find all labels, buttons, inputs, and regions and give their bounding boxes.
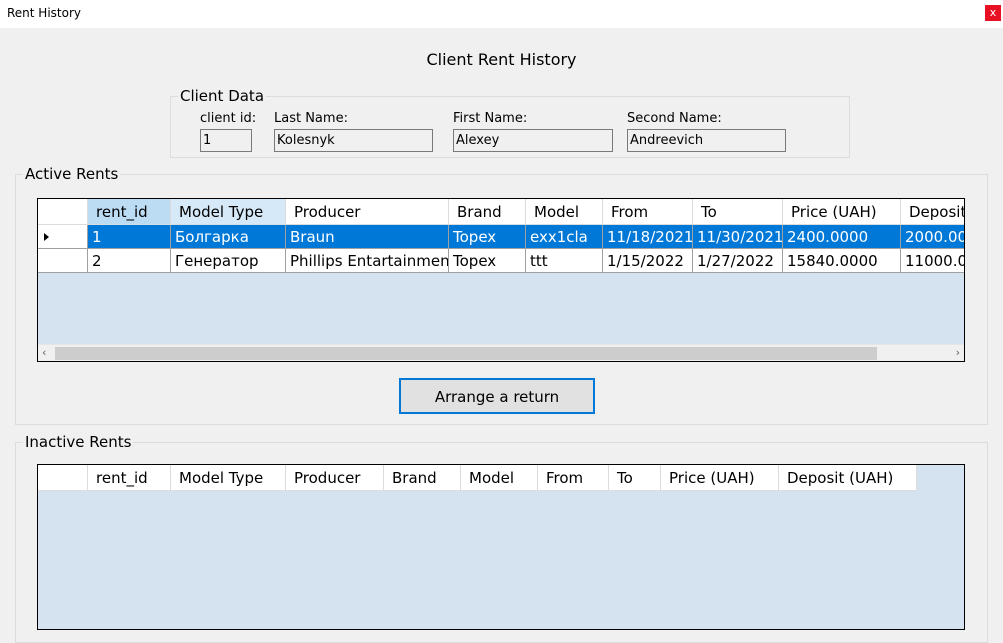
page-title: Client Rent History xyxy=(426,50,577,69)
second-name-label: Second Name: xyxy=(627,111,722,126)
column-header[interactable]: Producer xyxy=(286,465,384,491)
table-cell[interactable]: 11000.0 xyxy=(901,249,964,273)
table-row[interactable]: 1 Болгарка Braun Topex exx1cla 11/18/202… xyxy=(38,225,964,249)
table-cell[interactable]: Phillips Entartainment xyxy=(286,249,449,273)
inactive-rents-grid[interactable]: rent_id Model Type Producer Brand Model … xyxy=(37,464,965,630)
client-id-field[interactable]: 1 xyxy=(200,129,252,152)
first-name-field[interactable]: Alexey xyxy=(453,129,613,152)
scroll-left-icon[interactable]: ‹ xyxy=(42,346,46,359)
column-header[interactable]: From xyxy=(538,465,609,491)
column-header[interactable]: Price (UAH) xyxy=(783,199,901,225)
last-name-field[interactable]: Kolesnyk xyxy=(274,129,433,152)
scroll-right-icon[interactable]: › xyxy=(956,346,960,359)
column-header[interactable]: Brand xyxy=(449,199,526,225)
row-header-corner xyxy=(38,199,88,225)
table-cell[interactable]: ttt xyxy=(526,249,603,273)
column-header[interactable]: Deposit xyxy=(901,199,964,225)
column-header[interactable]: Model xyxy=(526,199,603,225)
table-row[interactable]: 2 Генератор Phillips Entartainment Topex… xyxy=(38,249,964,273)
client-data-legend: Client Data xyxy=(180,87,265,105)
second-name-field[interactable]: Andreevich xyxy=(627,129,786,152)
column-header[interactable]: To xyxy=(609,465,661,491)
table-cell[interactable]: 1/27/2022 xyxy=(693,249,783,273)
last-name-label: Last Name: xyxy=(274,111,348,126)
table-cell[interactable]: 11/18/2021 xyxy=(603,225,693,249)
row-header-selected[interactable] xyxy=(38,225,88,249)
table-cell[interactable]: 2 xyxy=(88,249,171,273)
column-header[interactable]: rent_id xyxy=(88,465,171,491)
table-cell[interactable]: 2000.00 xyxy=(901,225,964,249)
table-cell[interactable]: 2400.0000 xyxy=(783,225,901,249)
column-header[interactable]: To xyxy=(693,199,783,225)
table-cell[interactable]: Болгарка xyxy=(171,225,286,249)
close-button[interactable]: x xyxy=(985,5,1001,21)
table-cell[interactable]: Topex xyxy=(449,249,526,273)
column-header[interactable]: Price (UAH) xyxy=(661,465,779,491)
table-cell[interactable]: 15840.0000 xyxy=(783,249,901,273)
table-cell[interactable]: Braun xyxy=(286,225,449,249)
window-title: Rent History xyxy=(7,6,81,20)
active-rents-header: rent_id Model Type Producer Brand Model … xyxy=(38,199,964,225)
column-header[interactable]: Model Type xyxy=(171,465,286,491)
table-cell[interactable]: Topex xyxy=(449,225,526,249)
column-header[interactable]: Deposit (UAH) xyxy=(779,465,917,491)
client-id-label: client id: xyxy=(200,111,257,126)
table-cell[interactable]: Генератор xyxy=(171,249,286,273)
column-header[interactable]: Model xyxy=(461,465,538,491)
table-cell[interactable]: 1/15/2022 xyxy=(603,249,693,273)
arrange-return-button[interactable]: Arrange a return xyxy=(399,378,595,414)
table-cell[interactable]: 1 xyxy=(88,225,171,249)
table-cell[interactable]: 11/30/2021 xyxy=(693,225,783,249)
column-header[interactable]: Brand xyxy=(384,465,461,491)
column-header[interactable]: Producer xyxy=(286,199,449,225)
scrollbar-thumb[interactable] xyxy=(55,347,877,360)
column-header[interactable]: Model Type xyxy=(171,199,286,225)
row-header-corner xyxy=(38,465,88,491)
horizontal-scrollbar[interactable]: ‹ › xyxy=(38,344,964,361)
active-rents-grid[interactable]: rent_id Model Type Producer Brand Model … xyxy=(37,198,965,362)
row-header[interactable] xyxy=(38,249,88,273)
active-rents-legend: Active Rents xyxy=(25,165,119,183)
title-bar: Rent History x xyxy=(0,0,1003,28)
column-header[interactable]: rent_id xyxy=(88,199,171,225)
table-cell[interactable]: exx1cla xyxy=(526,225,603,249)
first-name-label: First Name: xyxy=(453,111,528,126)
inactive-rents-legend: Inactive Rents xyxy=(25,433,132,451)
column-header[interactable]: From xyxy=(603,199,693,225)
inactive-rents-header: rent_id Model Type Producer Brand Model … xyxy=(38,465,917,491)
